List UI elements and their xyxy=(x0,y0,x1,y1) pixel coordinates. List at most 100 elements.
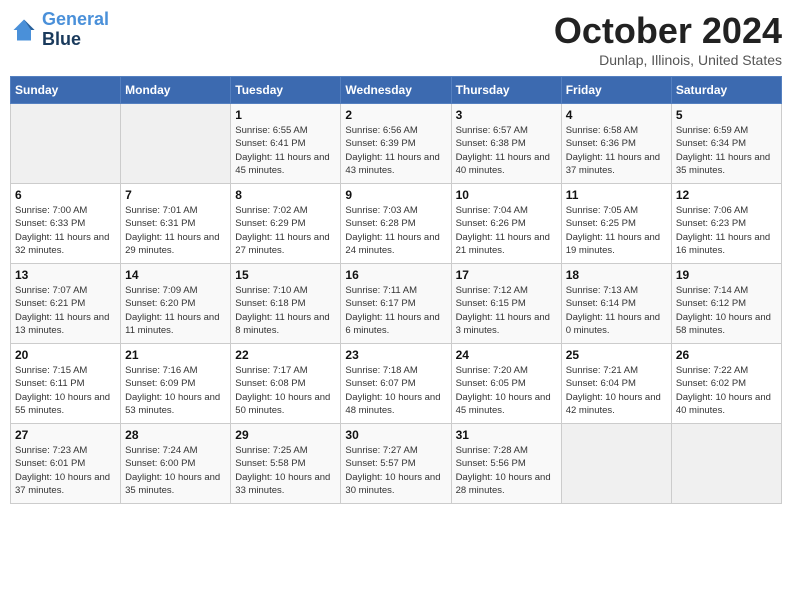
day-number: 8 xyxy=(235,188,336,202)
day-number: 28 xyxy=(125,428,226,442)
calendar-day-12: 12 Sunrise: 7:06 AM Sunset: 6:23 PM Dayl… xyxy=(671,184,781,264)
calendar-day-25: 25 Sunrise: 7:21 AM Sunset: 6:04 PM Dayl… xyxy=(561,344,671,424)
logo: GeneralBlue xyxy=(10,10,109,50)
day-info: Sunrise: 7:15 AM Sunset: 6:11 PM Dayligh… xyxy=(15,364,116,417)
calendar-day-19: 19 Sunrise: 7:14 AM Sunset: 6:12 PM Dayl… xyxy=(671,264,781,344)
day-info: Sunrise: 7:24 AM Sunset: 6:00 PM Dayligh… xyxy=(125,444,226,497)
month-title: October 2024 xyxy=(554,10,782,52)
day-number: 21 xyxy=(125,348,226,362)
day-info: Sunrise: 7:01 AM Sunset: 6:31 PM Dayligh… xyxy=(125,204,226,257)
day-number: 6 xyxy=(15,188,116,202)
day-info: Sunrise: 7:11 AM Sunset: 6:17 PM Dayligh… xyxy=(345,284,446,337)
day-number: 30 xyxy=(345,428,446,442)
calendar-day-4: 4 Sunrise: 6:58 AM Sunset: 6:36 PM Dayli… xyxy=(561,104,671,184)
day-info: Sunrise: 7:04 AM Sunset: 6:26 PM Dayligh… xyxy=(456,204,557,257)
day-number: 15 xyxy=(235,268,336,282)
calendar-day-6: 6 Sunrise: 7:00 AM Sunset: 6:33 PM Dayli… xyxy=(11,184,121,264)
day-info: Sunrise: 7:23 AM Sunset: 6:01 PM Dayligh… xyxy=(15,444,116,497)
calendar-day-18: 18 Sunrise: 7:13 AM Sunset: 6:14 PM Dayl… xyxy=(561,264,671,344)
calendar-day-22: 22 Sunrise: 7:17 AM Sunset: 6:08 PM Dayl… xyxy=(231,344,341,424)
calendar-day-21: 21 Sunrise: 7:16 AM Sunset: 6:09 PM Dayl… xyxy=(121,344,231,424)
calendar-day-3: 3 Sunrise: 6:57 AM Sunset: 6:38 PM Dayli… xyxy=(451,104,561,184)
day-number: 14 xyxy=(125,268,226,282)
day-info: Sunrise: 7:05 AM Sunset: 6:25 PM Dayligh… xyxy=(566,204,667,257)
day-number: 27 xyxy=(15,428,116,442)
day-number: 3 xyxy=(456,108,557,122)
calendar-day-11: 11 Sunrise: 7:05 AM Sunset: 6:25 PM Dayl… xyxy=(561,184,671,264)
title-block: October 2024 Dunlap, Illinois, United St… xyxy=(554,10,782,68)
calendar-row: 1 Sunrise: 6:55 AM Sunset: 6:41 PM Dayli… xyxy=(11,104,782,184)
day-info: Sunrise: 6:57 AM Sunset: 6:38 PM Dayligh… xyxy=(456,124,557,177)
day-info: Sunrise: 7:18 AM Sunset: 6:07 PM Dayligh… xyxy=(345,364,446,417)
day-info: Sunrise: 7:16 AM Sunset: 6:09 PM Dayligh… xyxy=(125,364,226,417)
day-number: 17 xyxy=(456,268,557,282)
calendar-row: 27 Sunrise: 7:23 AM Sunset: 6:01 PM Dayl… xyxy=(11,424,782,504)
day-info: Sunrise: 7:22 AM Sunset: 6:02 PM Dayligh… xyxy=(676,364,777,417)
location-subtitle: Dunlap, Illinois, United States xyxy=(554,52,782,68)
day-info: Sunrise: 7:14 AM Sunset: 6:12 PM Dayligh… xyxy=(676,284,777,337)
calendar-day-2: 2 Sunrise: 6:56 AM Sunset: 6:39 PM Dayli… xyxy=(341,104,451,184)
weekday-header-wednesday: Wednesday xyxy=(341,77,451,104)
calendar-day-20: 20 Sunrise: 7:15 AM Sunset: 6:11 PM Dayl… xyxy=(11,344,121,424)
calendar-day-13: 13 Sunrise: 7:07 AM Sunset: 6:21 PM Dayl… xyxy=(11,264,121,344)
day-number: 7 xyxy=(125,188,226,202)
day-info: Sunrise: 7:02 AM Sunset: 6:29 PM Dayligh… xyxy=(235,204,336,257)
day-number: 31 xyxy=(456,428,557,442)
weekday-header-monday: Monday xyxy=(121,77,231,104)
weekday-header-thursday: Thursday xyxy=(451,77,561,104)
day-info: Sunrise: 7:13 AM Sunset: 6:14 PM Dayligh… xyxy=(566,284,667,337)
calendar-day-15: 15 Sunrise: 7:10 AM Sunset: 6:18 PM Dayl… xyxy=(231,264,341,344)
day-number: 25 xyxy=(566,348,667,362)
logo-icon xyxy=(10,16,38,44)
calendar-day-30: 30 Sunrise: 7:27 AM Sunset: 5:57 PM Dayl… xyxy=(341,424,451,504)
day-number: 1 xyxy=(235,108,336,122)
calendar-day-26: 26 Sunrise: 7:22 AM Sunset: 6:02 PM Dayl… xyxy=(671,344,781,424)
day-info: Sunrise: 6:56 AM Sunset: 6:39 PM Dayligh… xyxy=(345,124,446,177)
logo-text: GeneralBlue xyxy=(42,10,109,50)
calendar-day-17: 17 Sunrise: 7:12 AM Sunset: 6:15 PM Dayl… xyxy=(451,264,561,344)
day-number: 11 xyxy=(566,188,667,202)
day-info: Sunrise: 7:09 AM Sunset: 6:20 PM Dayligh… xyxy=(125,284,226,337)
calendar-day-14: 14 Sunrise: 7:09 AM Sunset: 6:20 PM Dayl… xyxy=(121,264,231,344)
calendar-day-27: 27 Sunrise: 7:23 AM Sunset: 6:01 PM Dayl… xyxy=(11,424,121,504)
calendar-row: 6 Sunrise: 7:00 AM Sunset: 6:33 PM Dayli… xyxy=(11,184,782,264)
calendar-day-9: 9 Sunrise: 7:03 AM Sunset: 6:28 PM Dayli… xyxy=(341,184,451,264)
day-info: Sunrise: 7:28 AM Sunset: 5:56 PM Dayligh… xyxy=(456,444,557,497)
calendar-day-5: 5 Sunrise: 6:59 AM Sunset: 6:34 PM Dayli… xyxy=(671,104,781,184)
day-info: Sunrise: 6:55 AM Sunset: 6:41 PM Dayligh… xyxy=(235,124,336,177)
day-info: Sunrise: 6:58 AM Sunset: 6:36 PM Dayligh… xyxy=(566,124,667,177)
day-number: 10 xyxy=(456,188,557,202)
calendar-day-29: 29 Sunrise: 7:25 AM Sunset: 5:58 PM Dayl… xyxy=(231,424,341,504)
day-info: Sunrise: 7:00 AM Sunset: 6:33 PM Dayligh… xyxy=(15,204,116,257)
calendar-day-23: 23 Sunrise: 7:18 AM Sunset: 6:07 PM Dayl… xyxy=(341,344,451,424)
calendar-day-28: 28 Sunrise: 7:24 AM Sunset: 6:00 PM Dayl… xyxy=(121,424,231,504)
weekday-header-saturday: Saturday xyxy=(671,77,781,104)
day-number: 22 xyxy=(235,348,336,362)
day-number: 16 xyxy=(345,268,446,282)
day-number: 12 xyxy=(676,188,777,202)
page-header: GeneralBlue October 2024 Dunlap, Illinoi… xyxy=(10,10,782,68)
weekday-header-sunday: Sunday xyxy=(11,77,121,104)
weekday-header-row: SundayMondayTuesdayWednesdayThursdayFrid… xyxy=(11,77,782,104)
empty-cell xyxy=(11,104,121,184)
day-info: Sunrise: 6:59 AM Sunset: 6:34 PM Dayligh… xyxy=(676,124,777,177)
day-info: Sunrise: 7:07 AM Sunset: 6:21 PM Dayligh… xyxy=(15,284,116,337)
empty-cell xyxy=(121,104,231,184)
calendar-day-31: 31 Sunrise: 7:28 AM Sunset: 5:56 PM Dayl… xyxy=(451,424,561,504)
calendar-table: SundayMondayTuesdayWednesdayThursdayFrid… xyxy=(10,76,782,504)
calendar-row: 13 Sunrise: 7:07 AM Sunset: 6:21 PM Dayl… xyxy=(11,264,782,344)
calendar-day-7: 7 Sunrise: 7:01 AM Sunset: 6:31 PM Dayli… xyxy=(121,184,231,264)
day-info: Sunrise: 7:17 AM Sunset: 6:08 PM Dayligh… xyxy=(235,364,336,417)
day-number: 4 xyxy=(566,108,667,122)
day-number: 2 xyxy=(345,108,446,122)
day-info: Sunrise: 7:21 AM Sunset: 6:04 PM Dayligh… xyxy=(566,364,667,417)
day-number: 13 xyxy=(15,268,116,282)
weekday-header-tuesday: Tuesday xyxy=(231,77,341,104)
day-info: Sunrise: 7:06 AM Sunset: 6:23 PM Dayligh… xyxy=(676,204,777,257)
day-info: Sunrise: 7:20 AM Sunset: 6:05 PM Dayligh… xyxy=(456,364,557,417)
day-number: 23 xyxy=(345,348,446,362)
day-info: Sunrise: 7:12 AM Sunset: 6:15 PM Dayligh… xyxy=(456,284,557,337)
day-info: Sunrise: 7:10 AM Sunset: 6:18 PM Dayligh… xyxy=(235,284,336,337)
day-number: 29 xyxy=(235,428,336,442)
calendar-day-1: 1 Sunrise: 6:55 AM Sunset: 6:41 PM Dayli… xyxy=(231,104,341,184)
